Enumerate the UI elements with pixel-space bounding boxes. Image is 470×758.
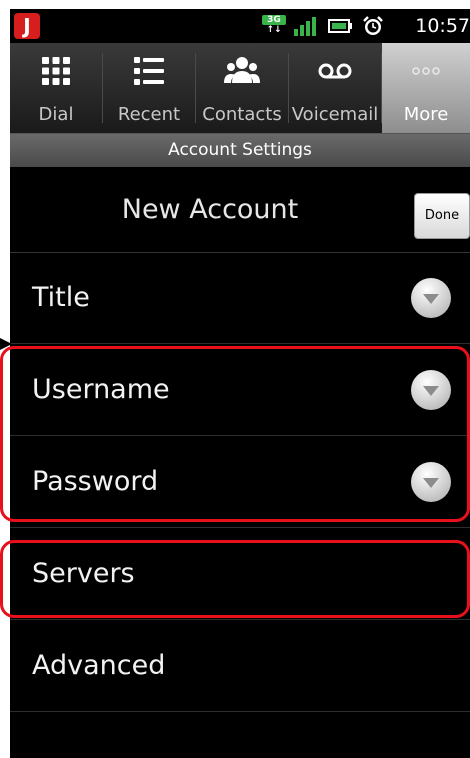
title-bar: New Account: [10, 167, 470, 253]
tab-more[interactable]: More: [382, 43, 470, 133]
page-title: New Account: [121, 194, 299, 225]
chevron-down-icon[interactable]: [410, 277, 452, 319]
alarm-icon: [363, 16, 383, 35]
contacts-icon: [224, 57, 260, 83]
battery-icon: [328, 19, 352, 33]
tab-recent[interactable]: Recent: [103, 43, 195, 133]
status-time: 10:57: [415, 15, 470, 37]
settings-row-advanced[interactable]: Advanced: [10, 620, 470, 712]
tab-contacts[interactable]: Contacts: [196, 43, 288, 133]
network-3g-icon: 3G ↑↓: [262, 15, 286, 37]
highlight-credentials: [0, 346, 470, 522]
app-logo-icon: J: [14, 13, 40, 39]
tab-more-label: More: [403, 104, 449, 125]
more-icon: [412, 67, 440, 75]
settings-row-label: Title: [32, 282, 90, 313]
settings-row-label: Advanced: [32, 650, 166, 681]
dialpad-icon: [42, 57, 70, 85]
voicemail-icon: [318, 63, 352, 79]
tab-recent-label: Recent: [117, 104, 181, 125]
tab-voicemail-label: Voicemail: [291, 104, 379, 125]
pointer-arrow-icon: [0, 338, 12, 350]
highlight-servers: [0, 540, 470, 618]
status-bar: J 3G ↑↓ 10:57: [10, 9, 470, 43]
tab-dial[interactable]: Dial: [10, 43, 102, 133]
tab-bar: Dial Recent Contacts Voicemail More: [10, 43, 470, 134]
list-icon: [134, 57, 164, 85]
settings-row-title[interactable]: Title: [10, 252, 470, 344]
signal-strength-icon: [294, 17, 316, 36]
tab-voicemail[interactable]: Voicemail: [289, 43, 381, 133]
section-header: Account Settings: [10, 134, 470, 167]
tab-dial-label: Dial: [38, 104, 74, 125]
done-button[interactable]: Done: [414, 193, 470, 239]
tab-contacts-label: Contacts: [202, 104, 282, 125]
